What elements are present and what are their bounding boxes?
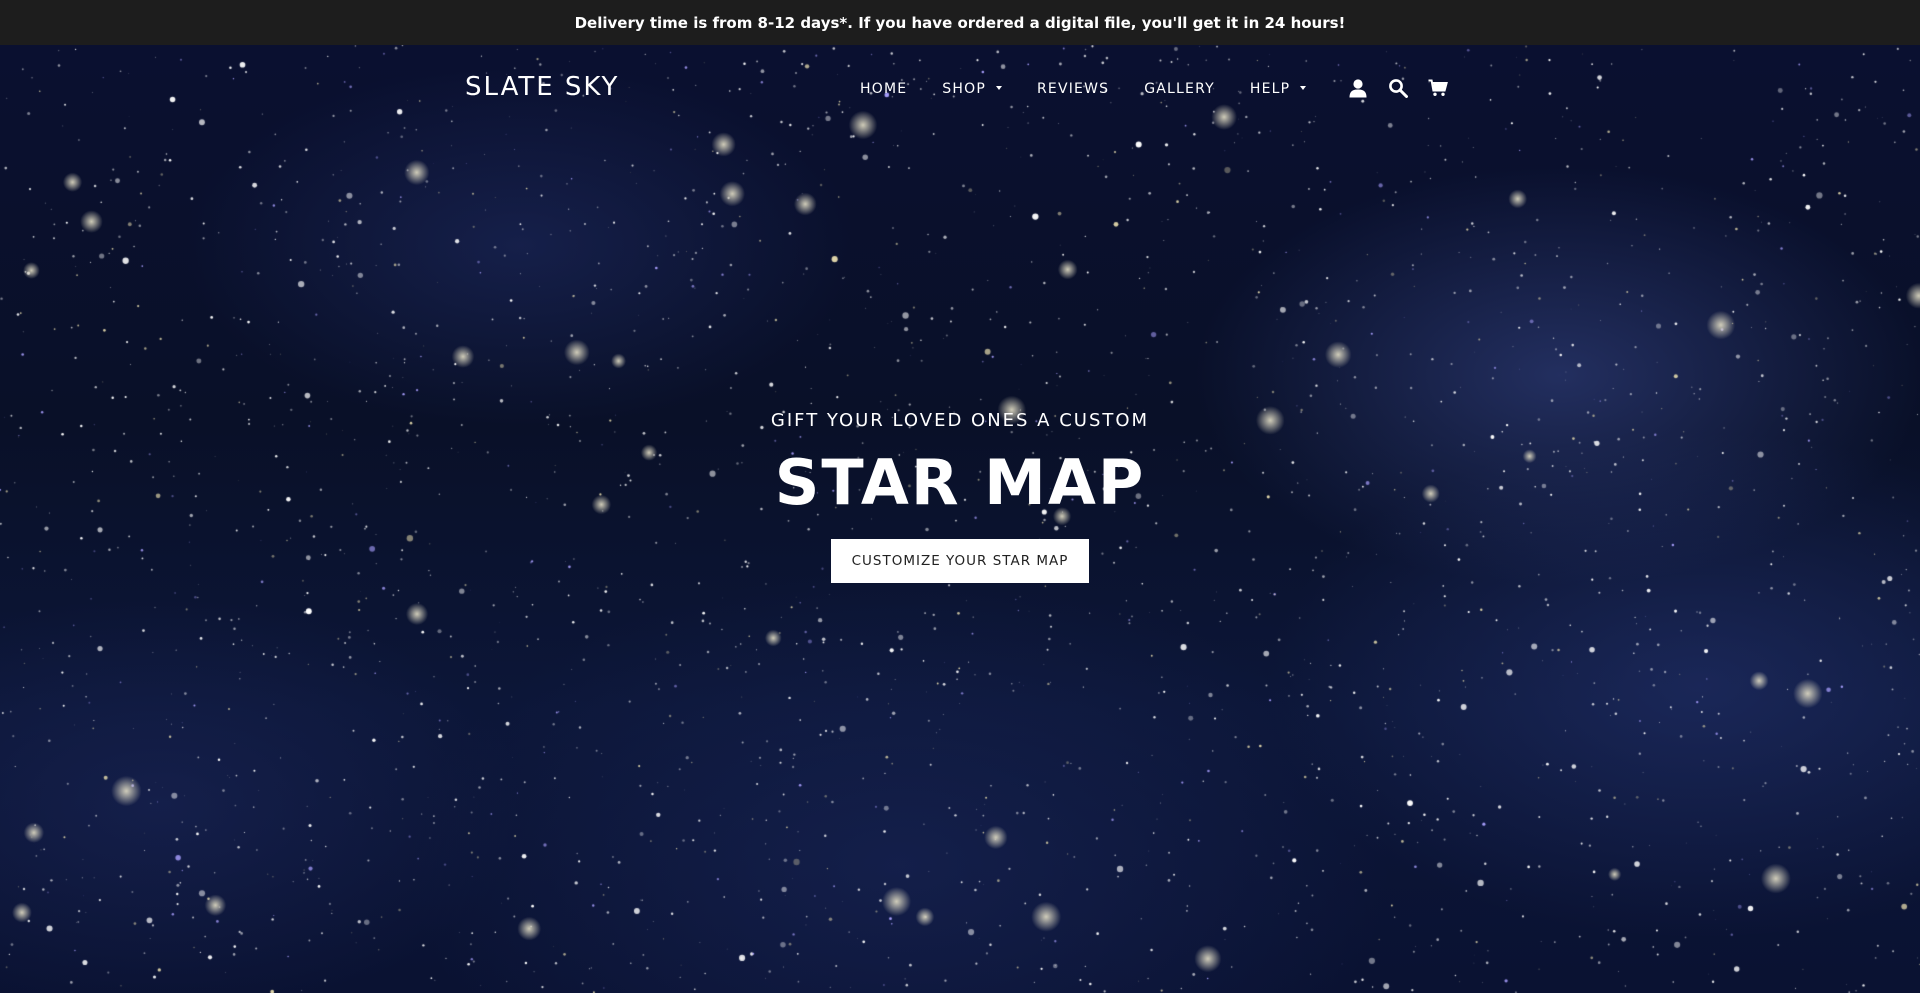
- search-icon: [1389, 79, 1408, 98]
- chevron-down-icon: [1300, 86, 1307, 90]
- site-logo[interactable]: SLATE SKY: [465, 72, 619, 102]
- site-header: SLATE SKY HOME SHOP REVIEWS GALLERY HELP: [0, 45, 1920, 133]
- cart-button[interactable]: [1427, 77, 1449, 99]
- hero-content: GIFT YOUR LOVED ONES A CUSTOM STAR MAP C…: [0, 410, 1920, 584]
- nav-gallery[interactable]: GALLERY: [1144, 81, 1215, 97]
- chevron-down-icon: [995, 86, 1002, 90]
- hero-headline: STAR MAP: [774, 446, 1146, 519]
- announcement-text: Delivery time is from 8-12 days*. If you…: [574, 13, 1346, 32]
- nav-gallery-label: GALLERY: [1144, 81, 1215, 97]
- customize-star-map-button[interactable]: CUSTOMIZE YOUR STAR MAP: [830, 539, 1090, 584]
- header-icons: [1347, 77, 1467, 99]
- main-nav: HOME SHOP REVIEWS GALLERY HELP: [860, 81, 1341, 97]
- cart-icon: [1428, 79, 1448, 96]
- nav-home[interactable]: HOME: [860, 81, 907, 97]
- nav-home-label: HOME: [860, 81, 908, 97]
- nav-reviews-label: REVIEWS: [1036, 81, 1110, 97]
- announcement-bar: Delivery time is from 8-12 days*. If you…: [0, 0, 1920, 45]
- hero-eyebrow: GIFT YOUR LOVED ONES A CUSTOM: [770, 410, 1150, 431]
- nav-shop[interactable]: SHOP: [942, 81, 1002, 97]
- account-icon: [1349, 79, 1367, 98]
- nav-help-label: HELP: [1249, 81, 1291, 97]
- nav-help[interactable]: HELP: [1249, 81, 1307, 97]
- nav-reviews[interactable]: REVIEWS: [1037, 81, 1109, 97]
- search-button[interactable]: [1387, 77, 1409, 99]
- nav-shop-label: SHOP: [942, 81, 986, 97]
- account-button[interactable]: [1347, 77, 1369, 99]
